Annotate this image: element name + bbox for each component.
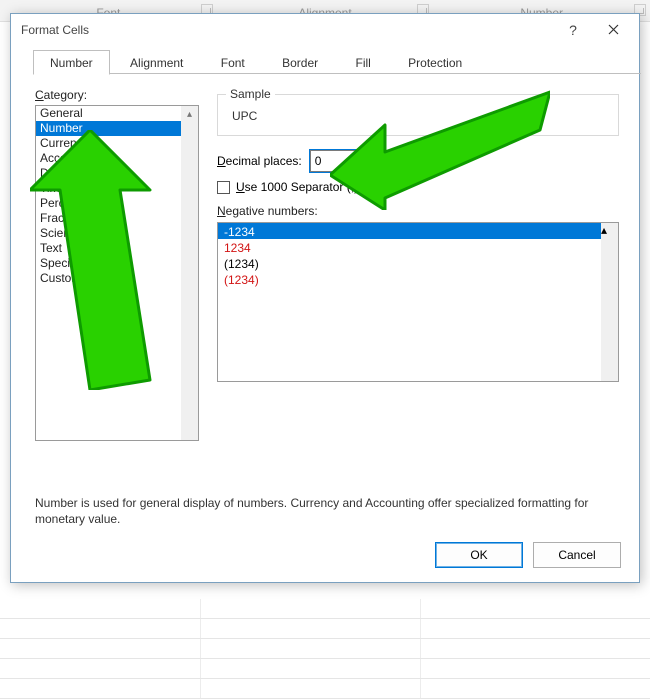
spinner-up-icon[interactable]: ▲ — [360, 151, 377, 162]
help-button[interactable]: ? — [553, 17, 593, 42]
tab-font[interactable]: Font — [204, 50, 262, 75]
close-button[interactable] — [593, 17, 633, 42]
scroll-up-icon[interactable]: ▴ — [601, 223, 618, 237]
category-item-percentage[interactable]: Percentage — [36, 196, 181, 211]
tab-protection[interactable]: Protection — [391, 50, 479, 75]
scrollbar[interactable]: ▴ — [181, 106, 198, 440]
negative-option[interactable]: (1234) — [218, 271, 601, 287]
sample-value: UPC — [228, 105, 608, 123]
category-item-text[interactable]: Text — [36, 241, 181, 256]
category-item-time[interactable]: Time — [36, 181, 181, 196]
category-item-accounting[interactable]: Accounting — [36, 151, 181, 166]
close-icon — [608, 24, 619, 35]
scroll-up-icon[interactable]: ▴ — [181, 106, 198, 123]
decimal-places-label: Decimal places: — [217, 154, 302, 168]
checkbox-box-icon[interactable] — [217, 181, 230, 194]
sample-label: Sample — [226, 87, 275, 101]
tabstrip: Number Alignment Font Border Fill Protec… — [33, 49, 629, 74]
negative-option[interactable]: (1234) — [218, 255, 601, 271]
category-item-currency[interactable]: Currency — [36, 136, 181, 151]
thousand-separator-label: Use 1000 Separator (,) — [236, 180, 358, 194]
format-cells-dialog: Format Cells ? Number Alignment Font Bor… — [10, 13, 640, 583]
scrollbar[interactable]: ▴ — [601, 223, 618, 381]
tab-number[interactable]: Number — [33, 50, 110, 75]
category-item-special[interactable]: Special — [36, 256, 181, 271]
titlebar: Format Cells ? — [11, 14, 639, 45]
sample-group: Sample UPC — [217, 94, 619, 136]
decimal-places-input[interactable] — [311, 151, 359, 171]
description-text: Number is used for general display of nu… — [35, 496, 619, 527]
ok-button[interactable]: OK — [435, 542, 523, 568]
tab-alignment[interactable]: Alignment — [113, 50, 200, 75]
category-item-custom[interactable]: Custom — [36, 271, 181, 286]
decimal-places-spinner[interactable]: ▲ ▼ — [310, 150, 378, 172]
category-item-number[interactable]: Number — [36, 121, 181, 136]
tab-fill[interactable]: Fill — [338, 50, 387, 75]
negative-numbers-listbox[interactable]: -1234 1234 (1234) (1234) ▴ — [217, 222, 619, 382]
thousand-separator-checkbox[interactable]: Use 1000 Separator (,) — [217, 180, 619, 194]
negative-option[interactable]: -1234 — [218, 223, 601, 239]
grid-rows[interactable] — [0, 599, 650, 699]
dialog-title: Format Cells — [21, 23, 553, 37]
category-item-scientific[interactable]: Scientific — [36, 226, 181, 241]
cancel-button[interactable]: Cancel — [533, 542, 621, 568]
category-item-fraction[interactable]: Fraction — [36, 211, 181, 226]
category-listbox[interactable]: General Number Currency Accounting Date … — [35, 105, 199, 441]
category-label: Category: — [35, 88, 199, 102]
negative-numbers-label: Negative numbers: — [217, 204, 619, 218]
category-item-date[interactable]: Date — [36, 166, 181, 181]
tab-border[interactable]: Border — [265, 50, 335, 75]
category-item-general[interactable]: General — [36, 106, 181, 121]
spinner-down-icon[interactable]: ▼ — [360, 162, 377, 172]
negative-option[interactable]: 1234 — [218, 239, 601, 255]
